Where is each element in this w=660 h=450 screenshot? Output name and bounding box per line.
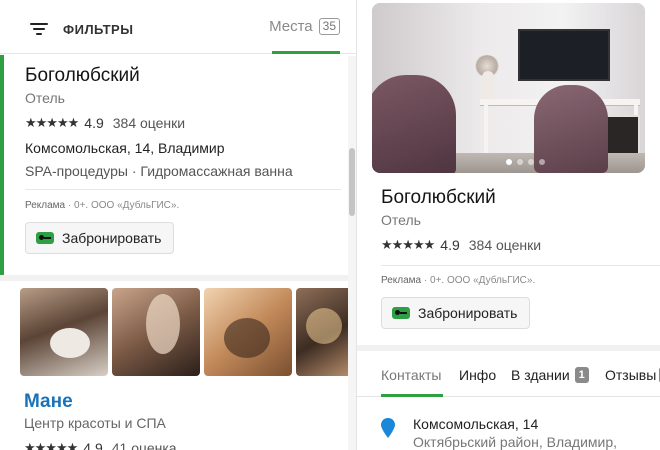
- ad-label: Реклама: [381, 275, 422, 286]
- result-category: Отель: [25, 90, 65, 106]
- result-rating: ★★★★★ 4.9 41 оценка: [24, 440, 177, 450]
- ad-info: · 0+. ООО «ДубльГИС».: [421, 275, 536, 286]
- thumbnail-photo[interactable]: [296, 288, 352, 376]
- rating-stars-icon: ★★★★★: [381, 237, 435, 252]
- thumbnail-photo[interactable]: [20, 288, 108, 376]
- divider: [381, 265, 660, 266]
- result-card-spa[interactable]: Мане Центр красоты и СПА ★★★★★ 4.9 41 оц…: [0, 281, 352, 450]
- scrollbar-thumb[interactable]: [349, 148, 355, 216]
- ad-disclaimer: Реклама · 0+. ООО «ДубльГИС».: [25, 200, 179, 211]
- filter-icon: [30, 22, 48, 36]
- thumbnail-photo[interactable]: [112, 288, 200, 376]
- pagination-dot[interactable]: [528, 159, 534, 165]
- pagination-dot[interactable]: [506, 159, 512, 165]
- photo-pagination[interactable]: [506, 159, 545, 165]
- active-tab-indicator: [381, 394, 443, 397]
- filter-bar: ФИЛЬТРЫ Места 35: [0, 6, 356, 54]
- rating-stars-icon: ★★★★★: [24, 440, 78, 450]
- book-button[interactable]: Забронировать: [25, 222, 175, 254]
- address-district: Октябрьский район, Владимир,: [413, 434, 618, 450]
- ad-label: Реклама: [25, 200, 66, 211]
- book-label: Забронировать: [418, 305, 518, 321]
- thumbnail-photo[interactable]: [204, 288, 292, 376]
- result-title[interactable]: Мане: [24, 391, 73, 413]
- tab-in-building[interactable]: В здании 1: [511, 367, 589, 383]
- in-building-count-badge: 1: [574, 367, 589, 383]
- rating-value: 4.9: [84, 115, 104, 131]
- tab-info[interactable]: Инфо: [459, 367, 496, 383]
- book-label: Забронировать: [62, 230, 162, 246]
- list-scrollbar[interactable]: [348, 56, 356, 450]
- filters-button[interactable]: ФИЛЬТРЫ: [30, 19, 133, 39]
- tab-places[interactable]: Места 35: [269, 18, 340, 35]
- result-address: Комсомольская, 14, Владимир: [25, 140, 225, 156]
- tab-label: Контакты: [381, 367, 442, 383]
- ad-info: · 0+. ООО «ДубльГИС».: [65, 200, 180, 211]
- reviews-count: 384 оценки: [468, 237, 542, 253]
- address-street: Комсомольская, 14: [413, 416, 539, 432]
- tab-reviews[interactable]: Отзывы: [605, 367, 660, 383]
- tab-label: Инфо: [459, 367, 497, 383]
- place-category: Отель: [381, 212, 421, 228]
- result-card-hotel[interactable]: Боголюбский Отель ★★★★★ 4.9 384 оценки К…: [0, 55, 348, 275]
- tab-contacts[interactable]: Контакты: [381, 367, 441, 383]
- place-title: Боголюбский: [381, 187, 496, 208]
- location-pin-icon: [381, 418, 395, 438]
- key-icon: [36, 232, 54, 244]
- reviews-count: 41 оценка: [111, 440, 177, 450]
- rating-stars-icon: ★★★★★: [25, 115, 79, 130]
- divider: [25, 189, 341, 190]
- result-title[interactable]: Боголюбский: [25, 65, 140, 87]
- reviews-count: 384 оценки: [112, 115, 186, 131]
- places-count-badge: 35: [318, 18, 340, 35]
- rating-value: 4.9: [440, 237, 460, 253]
- tab-label: Отзывы: [605, 367, 657, 383]
- place-details-panel: Боголюбский Отель ★★★★★ 4.9 384 оценки Р…: [356, 0, 660, 450]
- key-icon: [392, 307, 410, 319]
- filters-label: ФИЛЬТРЫ: [63, 21, 134, 37]
- rating-value: 4.9: [83, 440, 103, 450]
- pagination-dot[interactable]: [517, 159, 523, 165]
- result-category: Центр красоты и СПА: [24, 415, 166, 431]
- place-rating[interactable]: ★★★★★ 4.9 384 оценки: [381, 237, 541, 253]
- result-features: SPA-процедуры · Гидромассажная ванна: [25, 163, 293, 179]
- tab-label: В здании: [511, 367, 570, 383]
- places-label: Места: [269, 18, 313, 35]
- pagination-dot[interactable]: [539, 159, 545, 165]
- result-rating: ★★★★★ 4.9 384 оценки: [25, 115, 185, 131]
- details-tabs: Контакты Инфо В здании 1 Отзывы: [357, 351, 660, 397]
- ad-disclaimer: Реклама · 0+. ООО «ДубльГИС».: [381, 275, 535, 286]
- photo-strip: [20, 288, 352, 376]
- place-photo[interactable]: [372, 3, 645, 173]
- active-tab-indicator: [272, 51, 340, 54]
- results-panel: ФИЛЬТРЫ Места 35 Боголюбский Отель ★★★★★…: [0, 0, 356, 450]
- book-button[interactable]: Забронировать: [381, 297, 531, 329]
